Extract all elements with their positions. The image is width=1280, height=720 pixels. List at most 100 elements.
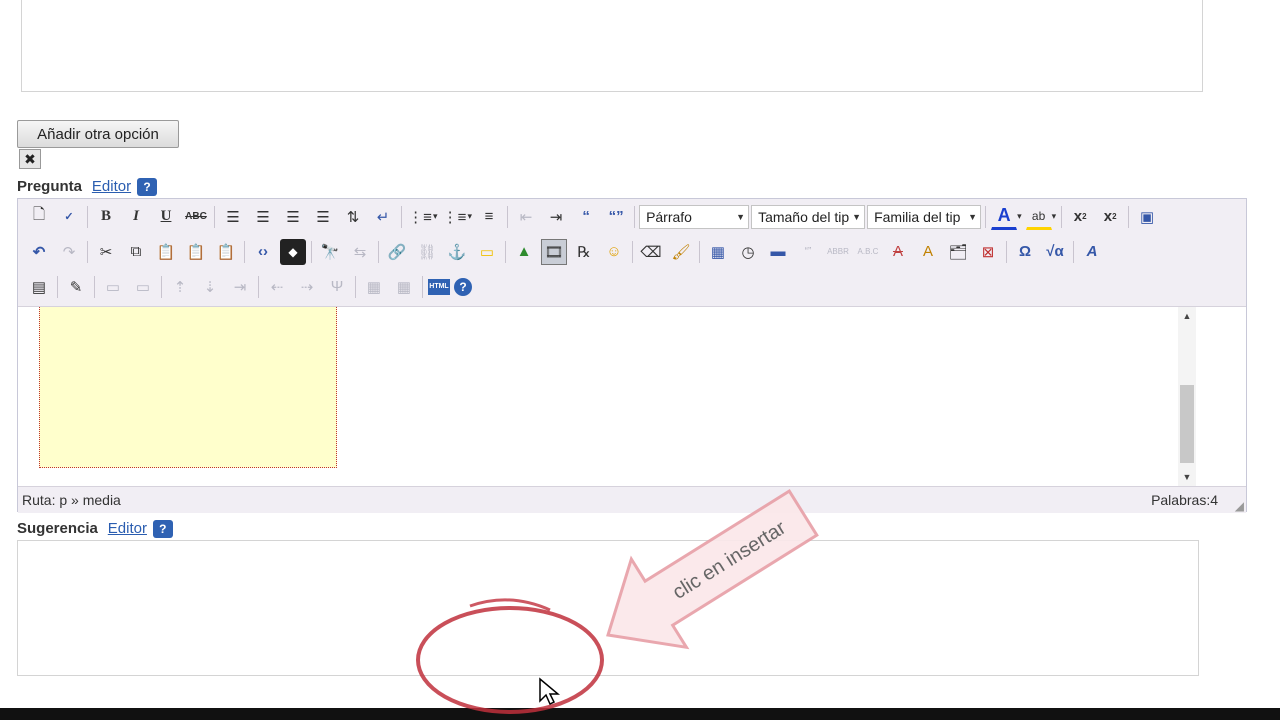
toolbar-separator <box>1128 205 1130 228</box>
add-option-button[interactable]: Añadir otra opción <box>17 120 179 148</box>
special-char-icon[interactable]: Ω <box>1012 239 1038 265</box>
attributes-icon[interactable]: 🗂 <box>945 239 971 265</box>
col-before-icon[interactable]: ⇠ <box>264 274 290 300</box>
paste-text-icon[interactable]: 📋 <box>183 239 209 265</box>
sugerencia-row: Sugerencia Editor ? <box>17 517 173 539</box>
merge-cells-icon[interactable]: ▦ <box>391 274 417 300</box>
strikethrough-icon[interactable]: ABC <box>183 204 209 230</box>
new-document-icon[interactable]: 🗋 <box>26 204 52 230</box>
media-icon[interactable]: 🎞 <box>541 238 567 265</box>
superscript-icon[interactable]: x2 <box>1097 204 1123 230</box>
align-right-icon[interactable]: ☰ <box>280 204 306 230</box>
unlink-icon[interactable]: ⛓ <box>414 239 440 265</box>
scroll-up-icon[interactable]: ▲ <box>1178 307 1196 325</box>
paragraph-format-select[interactable]: Párrafo ▼ <box>639 204 750 229</box>
paste-word-icon[interactable]: 📋 <box>213 239 239 265</box>
copy-icon[interactable]: ⧉ <box>123 239 149 265</box>
remove-option-icon[interactable]: ✖ <box>19 149 41 169</box>
insert-date-icon[interactable]: ▦ <box>705 239 731 265</box>
html-icon[interactable]: HTML <box>428 278 450 295</box>
table-cell-props-icon[interactable]: ▭ <box>130 274 156 300</box>
paste-icon[interactable]: 📋 <box>153 239 179 265</box>
media-placeholder[interactable] <box>39 307 337 468</box>
cut-icon[interactable]: ✂ <box>93 239 119 265</box>
resize-handle-icon[interactable]: ◢ <box>1235 499 1244 513</box>
toolbar-separator <box>1061 205 1063 228</box>
chevron-down-icon[interactable]: ▾ <box>468 211 473 222</box>
source-code-icon[interactable]: ‹› <box>250 239 276 265</box>
toolbar-separator <box>505 240 506 263</box>
delete-row-icon[interactable]: ⇥ <box>227 274 253 300</box>
nonbreaking-icon[interactable]: ⊠ <box>975 239 1001 265</box>
comment-icon[interactable]: ▭ <box>474 239 500 265</box>
italic-icon[interactable]: I <box>123 204 149 230</box>
toolbar-separator <box>161 275 162 298</box>
abbreviation-icon[interactable]: ABBR <box>825 239 851 265</box>
help-icon[interactable]: ? <box>454 277 472 296</box>
col-after-icon[interactable]: ⇢ <box>294 274 320 300</box>
equation-icon[interactable]: ℞ <box>571 239 597 265</box>
align-justify-icon[interactable]: ☰ <box>310 204 336 230</box>
visual-aid-icon[interactable]: ◆ <box>280 238 306 265</box>
definition-list-icon[interactable]: ≡ <box>476 204 502 230</box>
subscript-icon[interactable]: x2 <box>1067 204 1093 230</box>
find-icon[interactable]: 🔭 <box>317 239 343 265</box>
outdent-icon[interactable]: ⇤ <box>513 204 539 230</box>
scroll-thumb[interactable] <box>1180 385 1194 463</box>
insert-time-icon[interactable]: ◷ <box>735 239 761 265</box>
eraser-icon[interactable]: ⌫ <box>638 239 664 265</box>
quote-icon[interactable]: “” <box>603 204 629 230</box>
format-paragraph-icon[interactable]: ↵ <box>370 204 396 230</box>
chevron-down-icon[interactable]: ▾ <box>1052 211 1057 222</box>
editor-scrollbar[interactable]: ▲ ▼ <box>1178 307 1196 486</box>
font-size-select[interactable]: Tamaño del tip ▼ <box>751 204 866 229</box>
chevron-down-icon[interactable]: ▾ <box>433 211 438 222</box>
undo-icon[interactable]: ↶ <box>26 239 52 265</box>
highlight-color-icon[interactable]: ab <box>1025 204 1052 230</box>
cleanup-icon[interactable]: 🖌 <box>668 239 694 265</box>
pregunta-help-icon[interactable]: ? <box>136 178 157 197</box>
link-icon[interactable]: 🔗 <box>384 239 410 265</box>
row-after-icon[interactable]: ⇣ <box>197 274 223 300</box>
numbered-list-icon[interactable]: ⋮≡ <box>442 204 468 230</box>
sugerencia-label: Sugerencia <box>17 520 98 537</box>
bullet-list-icon[interactable]: ⋮≡ <box>407 204 433 230</box>
align-center-icon[interactable]: ☰ <box>250 204 276 230</box>
redo-icon[interactable]: ↷ <box>56 239 82 265</box>
sugerencia-editor-link[interactable]: Editor <box>108 520 147 537</box>
styles-icon[interactable]: A <box>1079 239 1105 265</box>
blockquote-icon[interactable]: “ <box>573 204 599 230</box>
fullscreen-icon[interactable]: ▣ <box>1134 204 1160 230</box>
replace-icon[interactable]: ⇆ <box>347 239 373 265</box>
sugerencia-help-icon[interactable]: ? <box>152 520 173 539</box>
row-before-icon[interactable]: ⇡ <box>167 274 193 300</box>
math-icon[interactable]: √α <box>1042 239 1068 265</box>
toolbar-separator <box>94 275 95 298</box>
chevron-down-icon: ▼ <box>852 211 862 222</box>
indent-icon[interactable]: ⇥ <box>543 204 569 230</box>
scroll-down-icon[interactable]: ▼ <box>1178 468 1196 486</box>
delete-col-icon[interactable]: Ψ <box>324 274 350 300</box>
emoticon-icon[interactable]: ☺ <box>601 239 627 265</box>
insert-text-icon[interactable]: A <box>915 239 941 265</box>
table-row-props-icon[interactable]: ▭ <box>100 274 126 300</box>
horizontal-rule-icon[interactable]: ▬ <box>765 239 791 265</box>
spellcheck-icon[interactable]: ✓ <box>56 204 82 230</box>
anchor-icon[interactable]: ⚓ <box>444 239 470 265</box>
acronym-icon[interactable]: A.B.C <box>855 239 881 265</box>
chevron-down-icon[interactable]: ▾ <box>1017 211 1022 222</box>
sort-icon[interactable]: ⇅ <box>340 204 366 230</box>
align-left-icon[interactable]: ☰ <box>220 204 246 230</box>
delete-text-icon[interactable]: A <box>885 239 911 265</box>
pregunta-editor-link[interactable]: Editor <box>92 178 131 195</box>
layer-icon[interactable]: ▤ <box>26 274 52 300</box>
split-cells-icon[interactable]: ▦ <box>361 274 387 300</box>
previous-option-textarea[interactable] <box>21 0 1203 92</box>
cite-icon[interactable]: “” <box>795 239 821 265</box>
image-icon[interactable]: ▲ <box>511 239 537 265</box>
underline-icon[interactable]: U <box>153 204 179 230</box>
table-edit-icon[interactable]: ✎ <box>63 274 89 300</box>
bold-icon[interactable]: B <box>93 204 119 230</box>
text-color-icon[interactable]: A <box>991 204 1018 230</box>
font-family-select[interactable]: Familia del tip ▼ <box>867 204 982 229</box>
